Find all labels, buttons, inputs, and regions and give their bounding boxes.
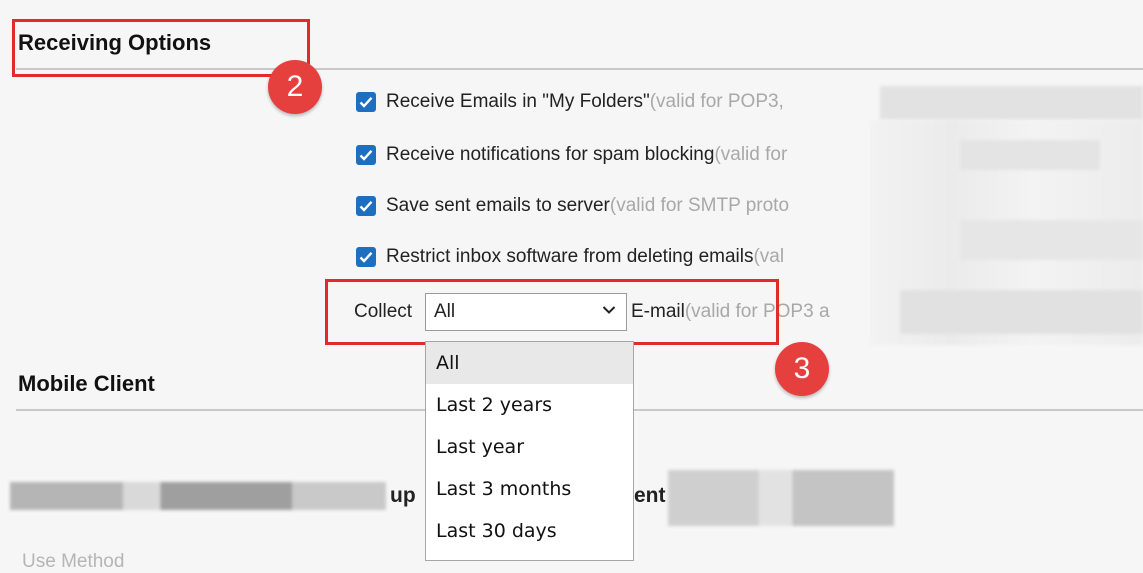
mobile-client-title: Mobile Client (18, 371, 155, 396)
option-note-receive-emails: (valid for POP3, (649, 91, 784, 112)
step-badge-3: 3 (775, 342, 829, 396)
option-row-receive-emails[interactable]: Receive Emails in "My Folders" (valid fo… (356, 88, 784, 116)
checkbox-receive-emails[interactable] (356, 92, 376, 112)
dropdown-option-last-30-days[interactable]: Last 30 days (426, 510, 633, 552)
dropdown-option-last-3-months[interactable]: Last 3 months (426, 468, 633, 510)
blurred-region-block-1 (960, 140, 1100, 170)
collect-highlight-box (325, 279, 779, 345)
blurred-region-block-2 (960, 220, 1143, 260)
blurred-heading-left (10, 482, 386, 510)
option-label-restrict-delete: Restrict inbox software from deleting em… (386, 246, 754, 267)
dropdown-option-last-2-years[interactable]: Last 2 years (426, 384, 633, 426)
checkmark-icon (359, 251, 373, 263)
blurred-heading-right (668, 470, 894, 526)
checkmark-icon (359, 200, 373, 212)
step-badge-2: 2 (268, 60, 322, 114)
blurred-region-top (880, 86, 1143, 120)
dropdown-option-last-year[interactable]: Last year (426, 426, 633, 468)
blurred-region-block-3 (900, 290, 1143, 334)
checkmark-icon (359, 149, 373, 161)
checkmark-icon (359, 96, 373, 108)
option-note-save-sent: (valid for SMTP proto (609, 195, 790, 216)
option-row-spam-notifications[interactable]: Receive notifications for spam blocking … (356, 141, 787, 169)
checkbox-spam-notifications[interactable] (356, 145, 376, 165)
option-note-spam-notifications: (valid for (714, 144, 788, 165)
option-label-receive-emails: Receive Emails in "My Folders" (386, 91, 650, 112)
checkbox-save-sent[interactable] (356, 196, 376, 216)
option-row-restrict-delete[interactable]: Restrict inbox software from deleting em… (356, 243, 784, 271)
receiving-divider (16, 68, 1143, 70)
collect-period-dropdown[interactable]: All Last 2 years Last year Last 3 months… (425, 341, 634, 561)
option-note-restrict-delete: (val (753, 246, 785, 267)
dropdown-option-all[interactable]: All (426, 342, 633, 384)
option-label-spam-notifications: Receive notifications for spam blocking (386, 144, 715, 165)
partial-heading-left: up (390, 484, 416, 507)
partial-heading-right: ent (634, 484, 666, 507)
partial-use-method-label: Use Method (22, 551, 125, 572)
option-row-save-sent[interactable]: Save sent emails to server (valid for SM… (356, 192, 789, 220)
checkbox-restrict-delete[interactable] (356, 247, 376, 267)
option-label-save-sent: Save sent emails to server (386, 195, 610, 216)
